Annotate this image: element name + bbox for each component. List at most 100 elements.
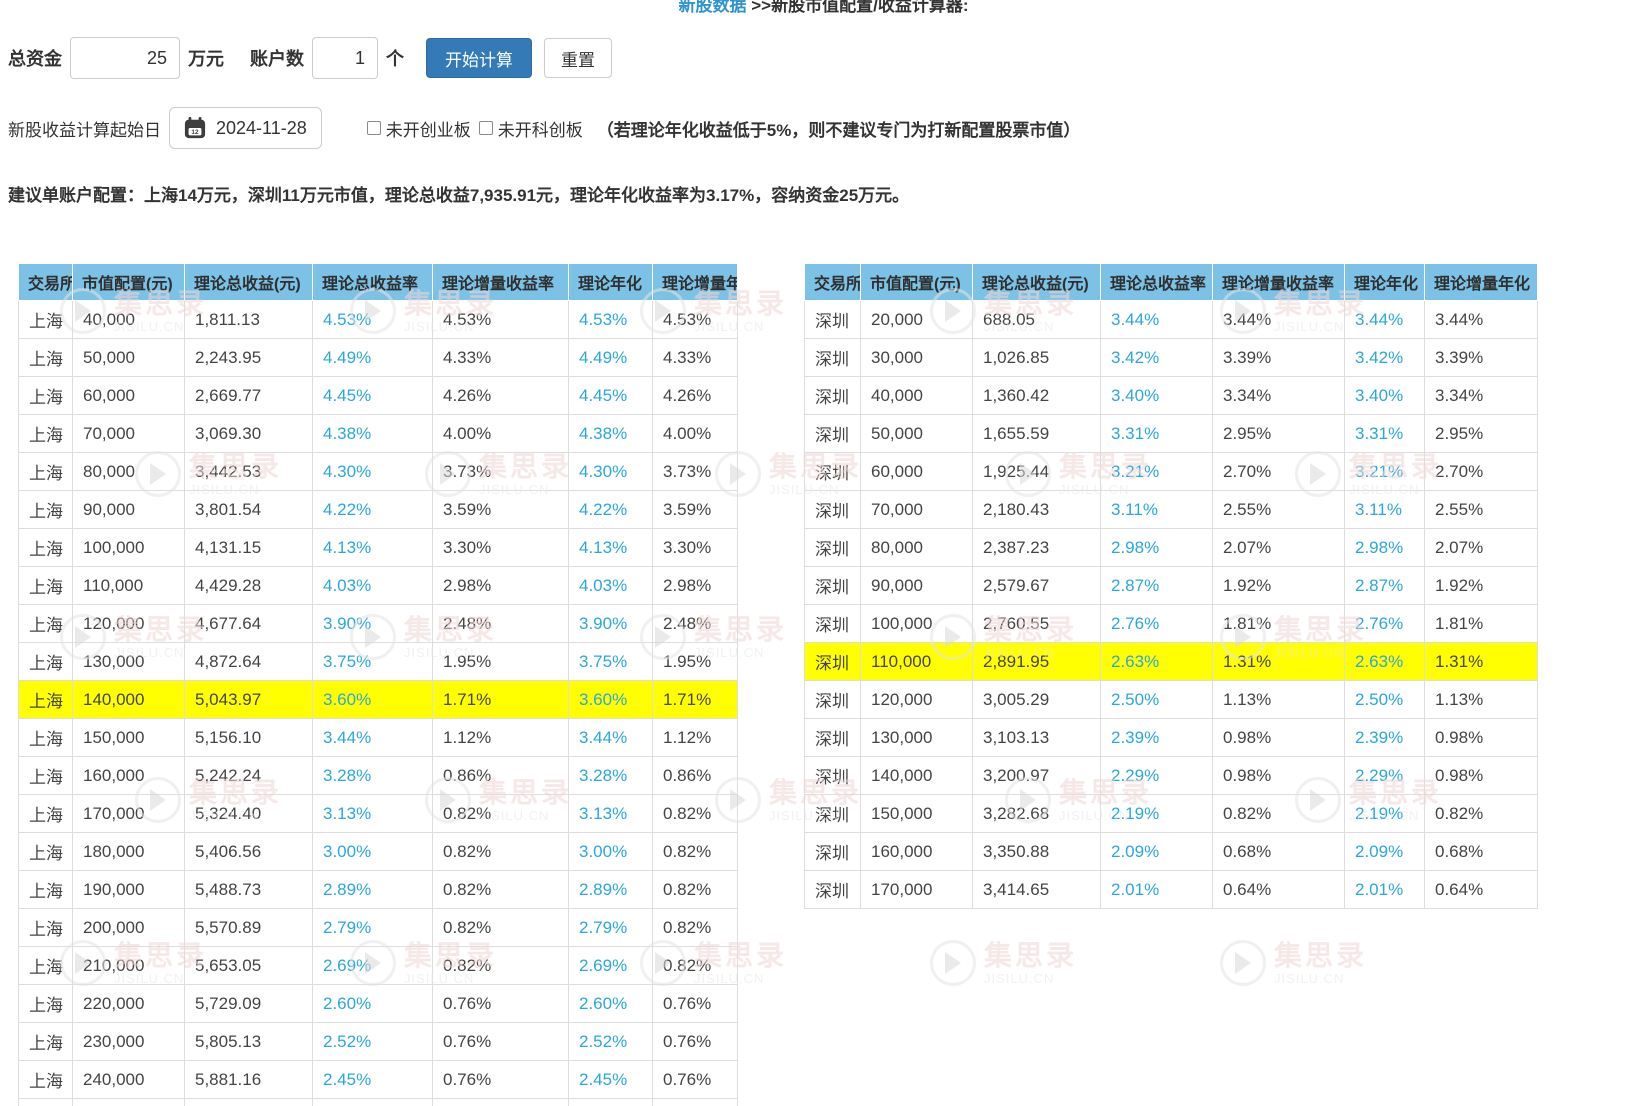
total-rate-link[interactable]: 3.31% <box>1100 414 1213 453</box>
annualized-link[interactable]: 2.98% <box>1344 528 1425 567</box>
total-rate-link[interactable]: 2.79% <box>312 908 433 947</box>
star-checkbox[interactable] <box>478 121 493 135</box>
total-rate-link[interactable]: 4.30% <box>312 452 433 491</box>
annualized-link[interactable]: 3.11% <box>1344 490 1425 529</box>
col-header-total-rate: 理论总收益率 <box>1100 263 1213 301</box>
start-date-input[interactable]: 12 2024-11-28 <box>169 107 322 149</box>
annualized-link[interactable]: 2.60% <box>568 984 653 1023</box>
total-rate-link[interactable]: 2.63% <box>1100 642 1213 681</box>
annualized-link[interactable]: 4.30% <box>568 452 653 491</box>
annualized-link[interactable]: 2.79% <box>568 908 653 947</box>
total-rate-link[interactable]: 2.45% <box>312 1060 433 1099</box>
annualized-link[interactable]: 3.28% <box>568 756 653 795</box>
total-rate-link[interactable]: 4.13% <box>312 528 433 567</box>
annualized-link[interactable]: 2.89% <box>568 870 653 909</box>
annualized-link[interactable]: 2.45% <box>568 1060 653 1099</box>
annualized-link[interactable]: 4.13% <box>568 528 653 567</box>
incremental-annualized-cell: 0.68% <box>1424 832 1538 871</box>
annualized-link[interactable]: 3.44% <box>568 718 653 757</box>
annualized-link[interactable]: 3.00% <box>568 832 653 871</box>
annualized-link[interactable]: 2.52% <box>568 1022 653 1061</box>
annualized-link[interactable]: 4.45% <box>568 376 653 415</box>
total-rate-link[interactable]: 4.22% <box>312 490 433 529</box>
total-rate-link[interactable]: 2.87% <box>1100 566 1213 605</box>
annualized-link[interactable]: 3.21% <box>1344 452 1425 491</box>
table-row: 上海 80,000 3,442.53 4.30% 3.73% 4.30% 3.73% <box>18 452 738 491</box>
reset-button[interactable]: 重置 <box>544 38 612 78</box>
total-rate-link[interactable]: 2.09% <box>1100 832 1213 871</box>
total-rate-link[interactable]: 2.76% <box>1100 604 1213 643</box>
annualized-link[interactable]: 3.40% <box>1344 376 1425 415</box>
incremental-rate-cell: 2.48% <box>432 604 569 643</box>
annualized-link[interactable]: 4.22% <box>568 490 653 529</box>
total-rate-link[interactable]: 2.89% <box>312 870 433 909</box>
annualized-link[interactable]: 4.38% <box>568 414 653 453</box>
empty-cell <box>18 1098 73 1106</box>
annualized-link[interactable]: 2.09% <box>1344 832 1425 871</box>
total-rate-link[interactable]: 3.42% <box>1100 338 1213 377</box>
annualized-link[interactable]: 2.50% <box>1344 680 1425 719</box>
total-rate-link[interactable]: 3.28% <box>312 756 433 795</box>
table-row: 上海 40,000 1,811.13 4.53% 4.53% 4.53% 4.53% <box>18 300 738 339</box>
total-rate-link[interactable]: 4.38% <box>312 414 433 453</box>
total-income-cell: 2,387.23 <box>972 528 1101 567</box>
annualized-link[interactable]: 3.90% <box>568 604 653 643</box>
accounts-unit: 个 <box>386 49 404 69</box>
annualized-link[interactable]: 2.69% <box>568 946 653 985</box>
total-rate-link[interactable]: 2.29% <box>1100 756 1213 795</box>
total-rate-link[interactable]: 2.39% <box>1100 718 1213 757</box>
market-value-cell: 170,000 <box>72 794 185 833</box>
annualized-link[interactable]: 2.39% <box>1344 718 1425 757</box>
annualized-link[interactable]: 2.76% <box>1344 604 1425 643</box>
market-value-cell: 110,000 <box>72 566 185 605</box>
market-value-cell: 180,000 <box>72 832 185 871</box>
annualized-link[interactable]: 3.13% <box>568 794 653 833</box>
annualized-link[interactable]: 3.44% <box>1344 300 1425 339</box>
shenzhen-table: 交易所 市值配置(元) 理论总收益(元) 理论总收益率 理论增量收益率 理论年化… <box>804 263 1538 909</box>
total-rate-link[interactable]: 2.60% <box>312 984 433 1023</box>
total-rate-link[interactable]: 4.03% <box>312 566 433 605</box>
total-rate-link[interactable]: 4.45% <box>312 376 433 415</box>
total-rate-link[interactable]: 3.00% <box>312 832 433 871</box>
total-rate-link[interactable]: 2.69% <box>312 946 433 985</box>
total-rate-link[interactable]: 2.19% <box>1100 794 1213 833</box>
annualized-link[interactable]: 4.53% <box>568 300 653 339</box>
annualized-link[interactable]: 3.75% <box>568 642 653 681</box>
annualized-link[interactable]: 3.42% <box>1344 338 1425 377</box>
col-header-annualized: 理论年化 <box>1344 263 1425 301</box>
shanghai-table: 交易所 市值配置(元) 理论总收益(元) 理论总收益率 理论增量收益率 理论年化… <box>18 263 738 1106</box>
col-header-annualized: 理论年化 <box>568 263 653 301</box>
annualized-link[interactable]: 4.49% <box>568 338 653 377</box>
total-rate-link[interactable]: 2.98% <box>1100 528 1213 567</box>
annualized-link[interactable]: 2.19% <box>1344 794 1425 833</box>
total-rate-link[interactable]: 3.60% <box>312 680 433 719</box>
accounts-input[interactable] <box>312 37 378 79</box>
total-rate-link[interactable]: 4.53% <box>312 300 433 339</box>
total-rate-link[interactable]: 2.52% <box>312 1022 433 1061</box>
total-rate-link[interactable]: 3.90% <box>312 604 433 643</box>
market-value-cell: 140,000 <box>72 680 185 719</box>
total-rate-link[interactable]: 2.50% <box>1100 680 1213 719</box>
annualized-link[interactable]: 3.60% <box>568 680 653 719</box>
breadcrumb-link-new-stock-data[interactable]: 新股数据 <box>679 0 747 15</box>
market-value-cell: 150,000 <box>860 794 973 833</box>
total-rate-link[interactable]: 3.13% <box>312 794 433 833</box>
total-rate-link[interactable]: 3.75% <box>312 642 433 681</box>
total-rate-link[interactable]: 3.44% <box>1100 300 1213 339</box>
total-rate-link[interactable]: 4.49% <box>312 338 433 377</box>
calculate-button[interactable]: 开始计算 <box>426 38 532 78</box>
total-capital-input[interactable] <box>70 37 180 79</box>
annualized-link[interactable]: 3.31% <box>1344 414 1425 453</box>
total-income-cell: 1,811.13 <box>184 300 313 339</box>
total-rate-link[interactable]: 3.21% <box>1100 452 1213 491</box>
total-rate-link[interactable]: 2.01% <box>1100 870 1213 909</box>
annualized-link[interactable]: 2.29% <box>1344 756 1425 795</box>
annualized-link[interactable]: 2.87% <box>1344 566 1425 605</box>
total-rate-link[interactable]: 3.44% <box>312 718 433 757</box>
total-rate-link[interactable]: 3.11% <box>1100 490 1213 529</box>
chinext-checkbox[interactable] <box>366 121 381 135</box>
annualized-link[interactable]: 4.03% <box>568 566 653 605</box>
total-rate-link[interactable]: 3.40% <box>1100 376 1213 415</box>
annualized-link[interactable]: 2.63% <box>1344 642 1425 681</box>
annualized-link[interactable]: 2.01% <box>1344 870 1425 909</box>
